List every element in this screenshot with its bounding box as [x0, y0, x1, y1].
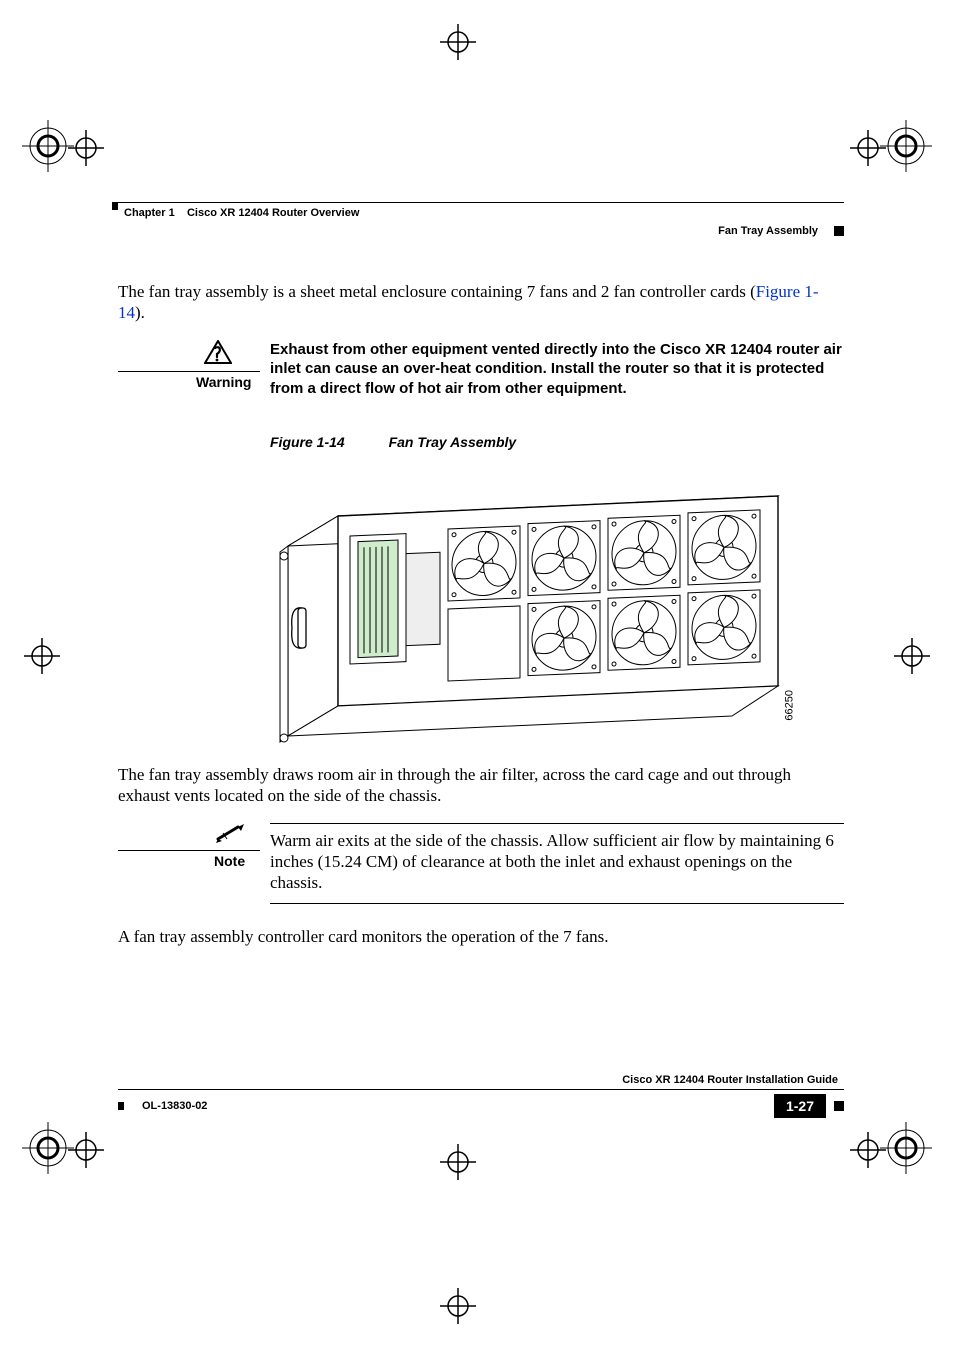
footer-marker-icon	[118, 1102, 124, 1110]
crop-mark-icon	[440, 24, 476, 60]
page-content: Chapter 1 Cisco XR 12404 Router Overview…	[118, 202, 844, 1102]
crop-mark-icon	[850, 130, 886, 166]
page-footer: Cisco XR 12404 Router Installation Guide…	[118, 1074, 844, 1118]
guide-title: Cisco XR 12404 Router Installation Guide	[118, 1074, 844, 1086]
figure-image: 66250	[270, 468, 790, 748]
document-number: OL-13830-02	[130, 1100, 207, 1112]
chapter-number: Chapter 1	[124, 207, 175, 219]
warning-callout: Warning Exhaust from other equipment ven…	[118, 340, 844, 399]
crop-mark-icon	[894, 638, 930, 674]
chapter-title: Cisco XR 12404 Router Overview	[187, 207, 359, 219]
closing-paragraph: A fan tray assembly controller card moni…	[118, 926, 844, 947]
crop-mark-icon	[440, 1144, 476, 1180]
intro-paragraph: The fan tray assembly is a sheet metal e…	[118, 281, 844, 324]
note-icon	[216, 823, 270, 848]
page-number: 1-27	[774, 1094, 826, 1118]
running-header: Chapter 1 Cisco XR 12404 Router Overview	[118, 207, 844, 219]
crop-mark-icon	[850, 1132, 886, 1168]
after-figure-paragraph: The fan tray assembly draws room air in …	[118, 764, 844, 807]
header-rule	[118, 202, 844, 203]
section-title: Fan Tray Assembly	[718, 225, 824, 237]
warning-text: Exhaust from other equipment vented dire…	[270, 340, 844, 399]
crop-mark-icon	[68, 130, 104, 166]
warning-icon	[204, 340, 270, 369]
crop-mark-icon	[24, 638, 60, 674]
figure-id: 66250	[784, 690, 796, 721]
crop-mark-icon	[440, 1288, 476, 1324]
note-callout: Note Warm air exits at the side of the c…	[118, 823, 844, 905]
section-marker-icon	[834, 226, 844, 236]
figure-number: Figure 1-14	[270, 434, 345, 450]
note-label: Note	[118, 850, 260, 869]
figure-title: Fan Tray Assembly	[389, 434, 517, 450]
warning-label: Warning	[118, 371, 260, 390]
footer-marker-icon	[834, 1101, 844, 1111]
crop-mark-icon	[68, 1132, 104, 1168]
note-text: Warm air exits at the side of the chassi…	[270, 830, 844, 894]
figure-caption: Figure 1-14 Fan Tray Assembly	[270, 434, 844, 450]
